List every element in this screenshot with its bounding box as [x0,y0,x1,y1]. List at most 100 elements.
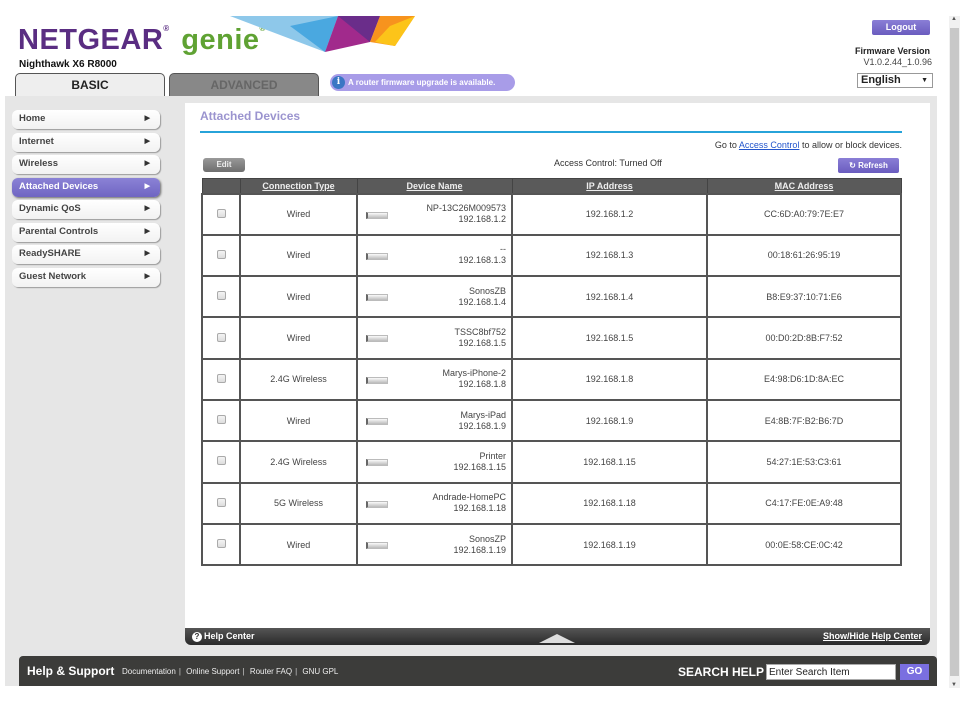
edit-button[interactable]: Edit [203,158,245,172]
sidebar-item-label: Wireless [19,158,58,169]
device-name: Andrade-HomePC [432,492,506,503]
caret-right-icon: ▶ [144,182,150,190]
firmware-upgrade-notice[interactable]: i A router firmware upgrade is available… [330,74,515,91]
ip-address-cell: 192.168.1.15 [511,440,708,484]
device-icon [366,541,388,549]
router-model: Nighthawk X6 R8000 [19,59,117,70]
sort-link[interactable]: Connection Type [262,181,334,191]
sort-link[interactable]: MAC Address [775,181,834,191]
select-cell [201,398,241,443]
device-name-ip: 192.168.1.19 [453,544,506,555]
column-header-mac-address[interactable]: MAC Address [706,178,902,194]
scrollbar-thumb[interactable] [950,28,959,676]
device-name-cell: Marys-iPad 192.168.1.9 [356,398,513,443]
caret-right-icon: ▶ [144,272,150,280]
page-title: Attached Devices [200,109,301,123]
table-row: Wired NP-13C26M009573 192.168.1.2 192.168.1… [201,192,902,236]
sidebar-nav: Home ▶ Internet ▶ Wireless ▶ Attached Devic… [12,110,160,290]
sidebar-item-internet[interactable]: Internet ▶ [12,132,160,152]
device-checkbox[interactable] [216,456,226,466]
device-checkbox[interactable] [216,208,226,218]
scroll-down-icon[interactable]: ▼ [951,682,957,688]
page-scrollbar[interactable]: ▲ ▼ [949,16,960,688]
device-checkbox[interactable] [216,249,226,259]
connection-type-cell: 2.4G Wireless [239,357,358,401]
device-checkbox[interactable] [216,291,226,301]
divider: | [295,667,298,676]
ip-address-cell: 192.168.1.3 [511,233,708,278]
device-name: -- [500,244,506,255]
refresh-button[interactable]: ↻ Refresh [838,158,899,173]
device-icon [366,252,388,260]
sidebar-item-parental-controls[interactable]: Parental Controls ▶ [12,222,160,242]
sidebar-item-label: ReadySHARE [19,248,81,259]
sidebar-item-label: Internet [19,135,54,147]
language-select[interactable]: English ▼ [857,73,933,88]
search-go-button[interactable]: GO [900,664,929,680]
footer-links: Documentation | Online Support | Router FA… [122,667,338,676]
device-name-ip: 192.168.1.15 [453,461,506,472]
scroll-up-icon[interactable]: ▲ [951,16,957,22]
select-cell [201,192,241,236]
connection-type-cell: Wired [239,316,358,360]
device-checkbox[interactable] [216,415,226,425]
tab-basic[interactable]: BASIC [15,73,165,97]
device-checkbox[interactable] [216,332,226,342]
column-header-connection-type[interactable]: Connection Type [239,178,358,194]
hint-suffix: to allow or block devices. [801,140,902,150]
logout-button[interactable]: Logout [872,20,930,35]
expand-arrow-icon[interactable] [539,634,575,643]
device-name-ip: 192.168.1.3 [458,255,506,266]
ip-address-cell: 192.168.1.2 [511,192,708,236]
access-control-link[interactable]: Access Control [739,140,800,150]
connection-type-cell: Wired [239,192,358,236]
netgear-genie-logo: NETGEAR® genie® [18,24,266,56]
device-name: Marys-iPad [460,409,506,420]
mac-address-cell: 54:27:1E:53:C3:61 [706,440,902,484]
online-support-link[interactable]: Online Support [186,667,239,676]
device-checkbox[interactable] [216,373,226,383]
access-control-status: Access Control: Turned Off [554,158,662,168]
sidebar-item-dynamic-qos[interactable]: Dynamic QoS ▶ [12,200,160,219]
sort-link[interactable]: Device Name [406,181,462,191]
search-help-input[interactable] [766,664,896,680]
refresh-icon: ↻ [849,161,856,170]
device-icon [366,417,388,425]
tab-advanced[interactable]: ADVANCED [169,73,319,97]
device-name-ip: 192.168.1.9 [458,420,506,431]
device-icon [366,211,388,219]
table-row: 2.4G Wireless Marys-iPhone-2 192.168.1.8 19… [201,357,902,401]
documentation-link[interactable]: Documentation [122,667,176,676]
column-header-select [201,178,241,194]
help-center-bar: ? Help Center Show/Hide Help Center [185,628,930,645]
ip-address-cell: 192.168.1.18 [511,481,708,525]
table-row: 5G Wireless Andrade-HomePC 192.168.1.18 192… [201,481,902,525]
footer-title: Help & Support [27,664,115,678]
router-faq-link[interactable]: Router FAQ [250,667,292,676]
sort-link[interactable]: IP Address [586,181,633,191]
info-icon: i [332,76,345,89]
dropdown-arrow-icon: ▼ [921,77,928,84]
select-cell [201,522,241,567]
select-cell [201,481,241,525]
sidebar-item-guest-network[interactable]: Guest Network ▶ [12,267,160,287]
caret-right-icon: ▶ [144,137,150,145]
sidebar-item-readyshare[interactable]: ReadySHARE ▶ [12,245,160,264]
device-name: SonosZP [468,533,506,544]
sidebar-item-label: Home [19,113,46,124]
device-checkbox[interactable] [216,497,226,507]
help-question-icon: ? [192,632,202,642]
refresh-label: Refresh [858,161,888,170]
gnu-gpl-link[interactable]: GNU GPL [302,667,338,676]
sidebar-item-attached-devices[interactable]: Attached Devices ▶ [12,177,160,197]
mac-address-cell: 00:18:61:26:95:19 [706,233,902,278]
sidebar-item-home[interactable]: Home ▶ [12,110,160,129]
table-row: 2.4G Wireless Printer 192.168.1.15 192.168.… [201,440,902,484]
column-header-device-name[interactable]: Device Name [356,178,513,194]
show-hide-help-link[interactable]: Show/Hide Help Center [823,628,922,645]
help-center-label[interactable]: ? Help Center [192,628,255,645]
column-header-ip-address[interactable]: IP Address [511,178,708,194]
device-checkbox[interactable] [216,539,226,549]
sidebar-item-wireless[interactable]: Wireless ▶ [12,155,160,174]
main-content: Attached Devices Go to Access Control to… [185,103,930,628]
